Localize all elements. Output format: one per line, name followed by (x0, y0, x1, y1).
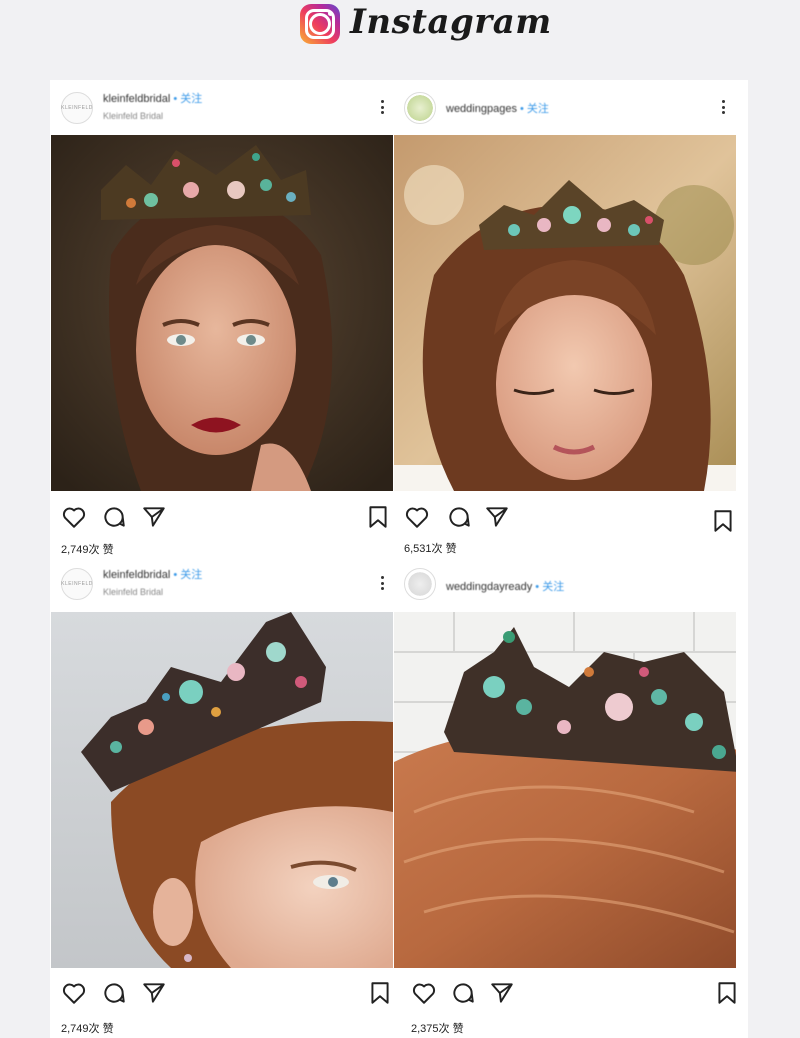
avatar[interactable] (404, 92, 436, 124)
post-header: KLEINFELD kleinfeldbridal • 关注 Kleinfeld… (51, 556, 393, 610)
heart-icon[interactable] (61, 504, 87, 530)
avatar[interactable]: KLEINFELD (61, 92, 93, 124)
post-header: weddingpages • 关注 (394, 80, 736, 134)
post-card: weddingdayready • 关注 2,375次 赞 (394, 556, 736, 1038)
bookmark-icon[interactable] (367, 980, 393, 1006)
post-header: KLEINFELD kleinfeldbridal • 关注 Kleinfeld… (51, 80, 393, 134)
post-actions (394, 498, 736, 534)
post-actions (51, 974, 393, 1010)
send-icon[interactable] (484, 504, 510, 530)
post-image[interactable] (394, 135, 736, 491)
send-icon[interactable] (141, 504, 167, 530)
follow-button[interactable]: • 关注 (535, 581, 564, 593)
heart-icon[interactable] (404, 504, 430, 530)
post-image[interactable] (51, 612, 393, 968)
more-options-icon[interactable] (375, 96, 389, 118)
post-card: KLEINFELD kleinfeldbridal • 关注 Kleinfeld… (51, 80, 393, 566)
heart-icon[interactable] (61, 980, 87, 1006)
follow-button[interactable]: • 关注 (520, 103, 549, 115)
post-actions (394, 974, 736, 1010)
username-link[interactable]: kleinfeldbridal (103, 93, 170, 105)
post-actions (51, 498, 393, 534)
post-card: weddingpages • 关注 6,531次 赞 (394, 80, 736, 566)
likes-count[interactable]: 2,749次 赞 (61, 1020, 114, 1036)
bookmark-icon[interactable] (365, 504, 391, 530)
post-image[interactable] (51, 135, 393, 491)
bookmark-icon[interactable] (710, 508, 736, 534)
follow-button[interactable]: • 关注 (173, 93, 202, 105)
more-options-icon[interactable] (375, 572, 389, 594)
comment-icon[interactable] (101, 980, 127, 1006)
username-line: weddingdayready • 关注 (446, 578, 564, 594)
likes-count[interactable]: 2,375次 赞 (411, 1020, 464, 1036)
username-link[interactable]: weddingpages (446, 103, 517, 115)
post-header: weddingdayready • 关注 (394, 556, 736, 610)
username-line: weddingpages • 关注 (446, 100, 549, 116)
username-line: kleinfeldbridal • 关注 (103, 90, 202, 106)
likes-count[interactable]: 6,531次 赞 (404, 540, 457, 556)
brand-header: Instagram (0, 0, 800, 68)
comment-icon[interactable] (446, 504, 472, 530)
more-options-icon[interactable] (716, 96, 730, 118)
comment-icon[interactable] (101, 504, 127, 530)
avatar[interactable] (404, 568, 436, 600)
brand-name: Instagram (350, 2, 552, 42)
account-subtitle: Kleinfeld Bridal (103, 111, 164, 121)
post-image[interactable] (394, 612, 736, 968)
username-line: kleinfeldbridal • 关注 (103, 566, 202, 582)
bookmark-icon[interactable] (714, 980, 740, 1006)
comment-icon[interactable] (450, 980, 476, 1006)
likes-count[interactable]: 2,749次 赞 (61, 541, 114, 557)
account-subtitle: Kleinfeld Bridal (103, 587, 164, 597)
avatar[interactable]: KLEINFELD (61, 568, 93, 600)
send-icon[interactable] (489, 980, 515, 1006)
instagram-logo-icon (300, 4, 340, 44)
username-link[interactable]: weddingdayready (446, 581, 532, 593)
username-link[interactable]: kleinfeldbridal (103, 569, 170, 581)
send-icon[interactable] (141, 980, 167, 1006)
heart-icon[interactable] (411, 980, 437, 1006)
follow-button[interactable]: • 关注 (173, 569, 202, 581)
post-card: KLEINFELD kleinfeldbridal • 关注 Kleinfeld… (51, 556, 393, 1038)
